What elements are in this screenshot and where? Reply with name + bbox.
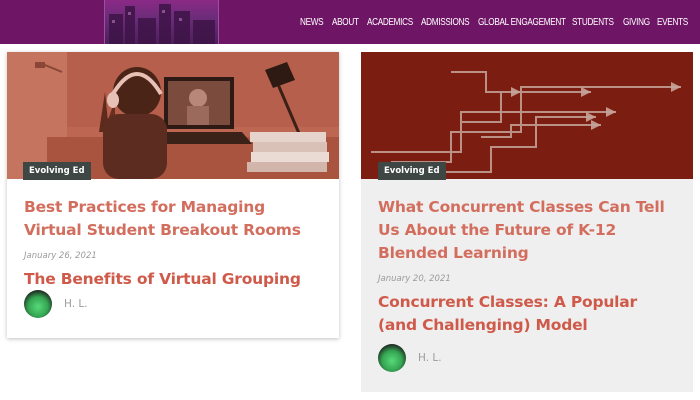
author-name[interactable]: H. L. bbox=[418, 352, 442, 364]
category-tag[interactable]: Evolving Ed bbox=[23, 162, 91, 180]
nav-news[interactable]: NEWS bbox=[300, 16, 324, 28]
author-avatar[interactable] bbox=[378, 344, 406, 372]
article-headline[interactable]: Best Practices for Managing Virtual Stud… bbox=[24, 196, 324, 242]
nav-academics[interactable]: ACADEMICS bbox=[367, 16, 413, 28]
nav-global-engagement[interactable]: GLOBAL ENGAGEMENT bbox=[478, 16, 566, 28]
article-headline[interactable]: What Concurrent Classes Can Tell Us Abou… bbox=[378, 196, 678, 265]
nav-about[interactable]: ABOUT bbox=[332, 16, 359, 28]
article-card[interactable]: Evolving Ed Best Practices for Managing … bbox=[7, 52, 339, 338]
nav-giving[interactable]: GIVING bbox=[623, 16, 650, 28]
article-image-arrows[interactable] bbox=[361, 52, 693, 179]
article-subhead[interactable]: The Benefits of Virtual Grouping bbox=[24, 268, 324, 291]
author-name[interactable]: H. L. bbox=[64, 298, 88, 310]
article-date: January 20, 2021 bbox=[378, 274, 451, 284]
article-subhead[interactable]: Concurrent Classes: A Popular (and Chall… bbox=[378, 291, 678, 337]
main-nav: NEWS ABOUT ACADEMICS ADMISSIONS GLOBAL E… bbox=[300, 0, 700, 44]
category-tag[interactable]: Evolving Ed bbox=[378, 162, 446, 180]
author-avatar[interactable] bbox=[24, 290, 52, 318]
nav-events[interactable]: EVENTS bbox=[657, 16, 688, 28]
nav-students[interactable]: STUDENTS bbox=[572, 16, 614, 28]
nav-admissions[interactable]: ADMISSIONS bbox=[421, 16, 470, 28]
header-banner-image[interactable] bbox=[104, 0, 219, 44]
article-card[interactable]: Evolving Ed What Concurrent Classes Can … bbox=[361, 52, 693, 392]
site-header: NEWS ABOUT ACADEMICS ADMISSIONS GLOBAL E… bbox=[0, 0, 700, 44]
article-image-student-laptop[interactable] bbox=[7, 52, 339, 179]
article-date: January 26, 2021 bbox=[24, 251, 97, 261]
